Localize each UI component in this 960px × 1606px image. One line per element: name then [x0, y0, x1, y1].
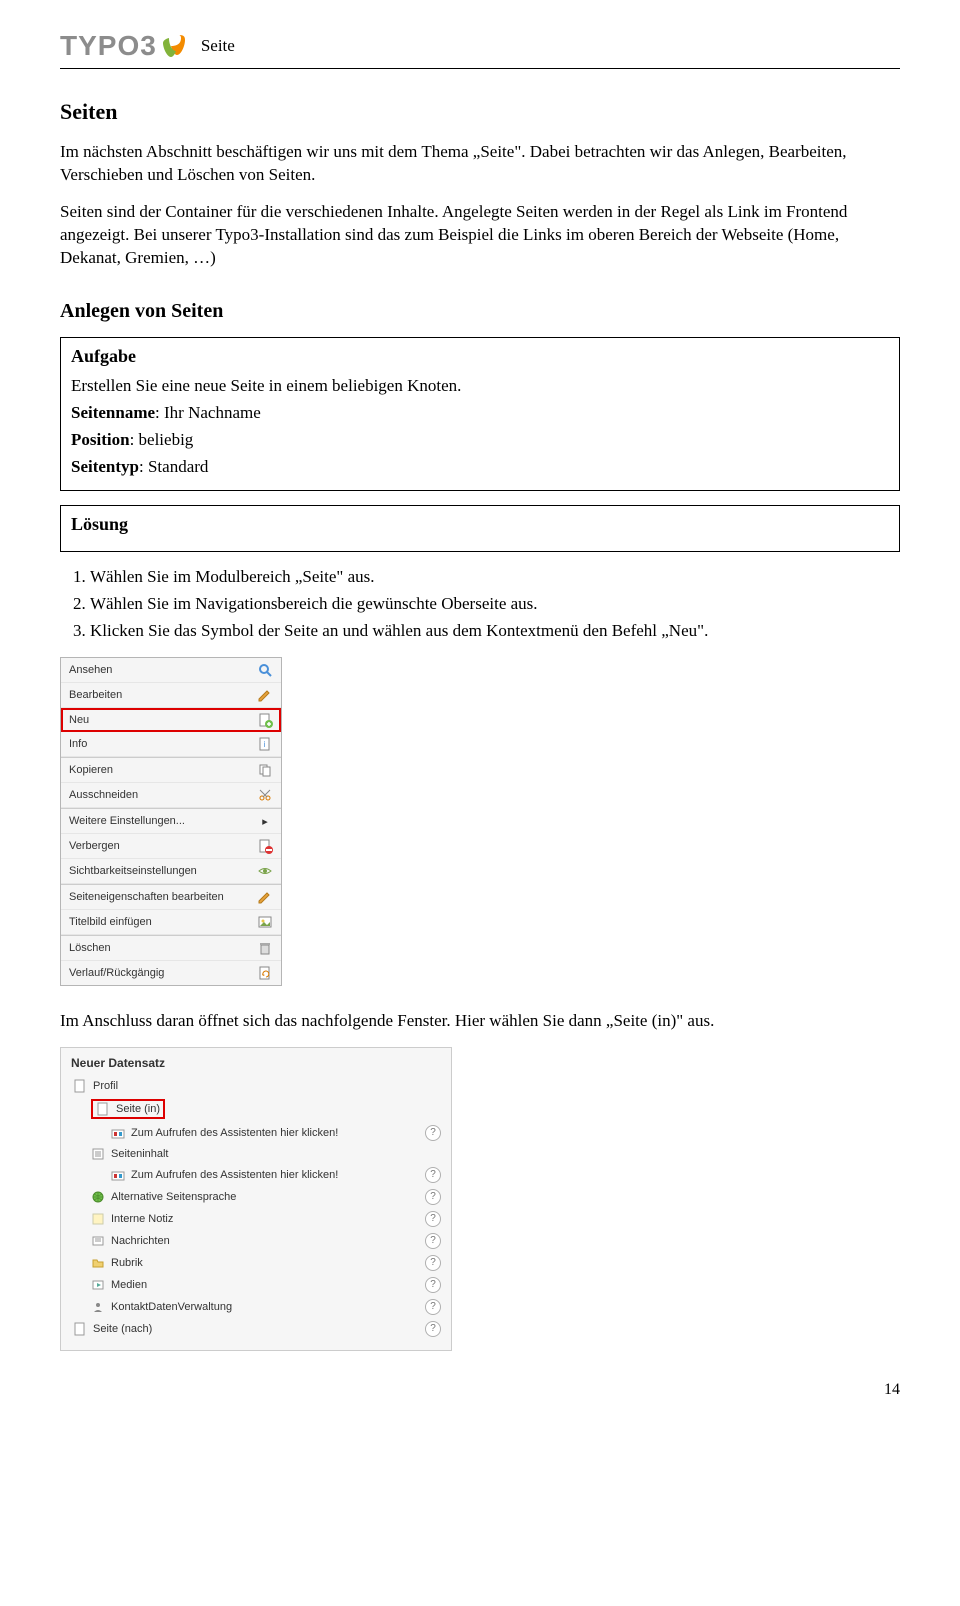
ctx-item-loeschen[interactable]: Löschen — [61, 936, 281, 961]
new-record-tree: Profil Seite (in) Zum Aufrufen des Assis… — [71, 1076, 441, 1340]
help-icon[interactable]: ? — [425, 1233, 441, 1249]
contact-icon — [91, 1300, 105, 1314]
tree-item-rubrik[interactable]: Rubrik ? — [71, 1252, 441, 1274]
wizard-icon — [111, 1168, 125, 1182]
aufgabe-box: Aufgabe Erstellen Sie eine neue Seite in… — [60, 337, 900, 492]
history-icon — [257, 965, 273, 981]
ctx-item-titelbild[interactable]: Titelbild einfügen — [61, 910, 281, 935]
loesung-steps: Wählen Sie im Modulbereich „Seite" aus. … — [90, 566, 900, 643]
pencil-icon — [257, 889, 273, 905]
page-header: TYPO3 Seite — [60, 30, 900, 69]
help-icon[interactable]: ? — [425, 1125, 441, 1141]
wizard-icon — [111, 1126, 125, 1140]
ctx-item-seiteneigenschaften[interactable]: Seiteneigenschaften bearbeiten — [61, 885, 281, 910]
help-icon[interactable]: ? — [425, 1299, 441, 1315]
step-2: Wählen Sie im Navigationsbereich die gew… — [90, 593, 900, 616]
logo-text: TYPO3 — [60, 30, 157, 62]
language-icon — [91, 1190, 105, 1204]
step-3: Klicken Sie das Symbol der Seite an und … — [90, 620, 900, 643]
ctx-item-sichtbarkeit[interactable]: Sichtbarkeitseinstellungen — [61, 859, 281, 884]
aufgabe-line4: Seitentyp: Standard — [71, 456, 889, 479]
intro-paragraph-2: Seiten sind der Container für die versch… — [60, 201, 900, 270]
ctx-item-info[interactable]: Info i — [61, 732, 281, 757]
tree-item-seite-in[interactable]: Seite (in) — [71, 1096, 441, 1122]
aufgabe-line2: Seitenname: Ihr Nachname — [71, 402, 889, 425]
context-menu: Ansehen Bearbeiten Neu Info i Kopieren A… — [60, 657, 282, 986]
page-new-icon — [257, 712, 273, 728]
trash-icon — [257, 940, 273, 956]
tree-item-nachrichten[interactable]: Nachrichten ? — [71, 1230, 441, 1252]
page-icon — [73, 1322, 87, 1336]
aufgabe-line1: Erstellen Sie eine neue Seite in einem b… — [71, 375, 889, 398]
pencil-icon — [257, 687, 273, 703]
tree-item-wizard-1[interactable]: Zum Aufrufen des Assistenten hier klicke… — [71, 1122, 441, 1144]
tree-item-seiteninhalt[interactable]: Seiteninhalt — [71, 1144, 441, 1164]
svg-text:i: i — [264, 740, 266, 749]
tree-item-wizard-2[interactable]: Zum Aufrufen des Assistenten hier klicke… — [71, 1164, 441, 1186]
step-1: Wählen Sie im Modulbereich „Seite" aus. — [90, 566, 900, 589]
ctx-item-bearbeiten[interactable]: Bearbeiten — [61, 683, 281, 708]
aufgabe-line3: Position: beliebig — [71, 429, 889, 452]
aufgabe-title: Aufgabe — [71, 346, 889, 367]
section-title: Seiten — [60, 99, 900, 125]
help-icon[interactable]: ? — [425, 1189, 441, 1205]
content-icon — [91, 1147, 105, 1161]
help-icon[interactable]: ? — [425, 1167, 441, 1183]
image-icon — [257, 914, 273, 930]
help-icon[interactable]: ? — [425, 1277, 441, 1293]
hide-icon — [257, 838, 273, 854]
header-page-label: Seite — [201, 36, 235, 56]
chevron-right-icon: ▸ — [257, 813, 273, 829]
page-number: 14 — [60, 1381, 900, 1399]
loesung-title: Lösung — [71, 514, 889, 535]
after-menu-text: Im Anschluss daran öffnet sich das nachf… — [60, 1010, 900, 1033]
ctx-item-verbergen[interactable]: Verbergen — [61, 834, 281, 859]
info-icon: i — [257, 736, 273, 752]
loesung-box: Lösung — [60, 505, 900, 552]
media-icon — [91, 1278, 105, 1292]
note-icon — [91, 1212, 105, 1226]
scissors-icon — [257, 787, 273, 803]
help-icon[interactable]: ? — [425, 1321, 441, 1337]
help-icon[interactable]: ? — [425, 1255, 441, 1271]
intro-paragraph-1: Im nächsten Abschnitt beschäftigen wir u… — [60, 141, 900, 187]
new-record-title: Neuer Datensatz — [71, 1056, 441, 1070]
ctx-item-weitere[interactable]: Weitere Einstellungen... ▸ — [61, 809, 281, 834]
visibility-icon — [257, 863, 273, 879]
copy-icon — [257, 762, 273, 778]
tree-item-medien[interactable]: Medien ? — [71, 1274, 441, 1296]
ctx-item-neu[interactable]: Neu — [61, 708, 281, 732]
tree-item-interne-notiz[interactable]: Interne Notiz ? — [71, 1208, 441, 1230]
tree-item-seite-nach[interactable]: Seite (nach) ? — [71, 1318, 441, 1340]
ctx-item-ausschneiden[interactable]: Ausschneiden — [61, 783, 281, 808]
subheading-anlegen: Anlegen von Seiten — [60, 300, 900, 323]
ctx-item-verlauf[interactable]: Verlauf/Rückgängig — [61, 961, 281, 985]
page-icon — [96, 1102, 110, 1116]
news-icon — [91, 1234, 105, 1248]
tree-item-kontakt[interactable]: KontaktDatenVerwaltung ? — [71, 1296, 441, 1318]
magnifier-icon — [257, 662, 273, 678]
new-record-panel: Neuer Datensatz Profil Seite (in) Zum Au… — [60, 1047, 452, 1351]
page-icon — [73, 1079, 87, 1093]
help-icon[interactable]: ? — [425, 1211, 441, 1227]
typo3-logo-icon — [161, 33, 187, 59]
folder-icon — [91, 1256, 105, 1270]
tree-item-profil[interactable]: Profil — [71, 1076, 441, 1096]
ctx-item-ansehen[interactable]: Ansehen — [61, 658, 281, 683]
tree-item-altsprache[interactable]: Alternative Seitensprache ? — [71, 1186, 441, 1208]
ctx-item-kopieren[interactable]: Kopieren — [61, 758, 281, 783]
